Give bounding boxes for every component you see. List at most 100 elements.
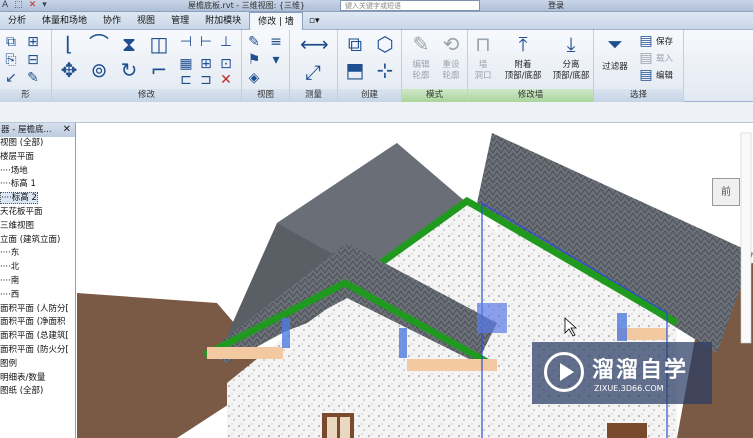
tree-item[interactable]: ····标高 1 (0, 178, 75, 192)
tree-item[interactable]: ····东 (0, 247, 75, 261)
quick-access-toolbar[interactable]: A ⬚ ✕ ▾ (2, 0, 47, 10)
tree-item[interactable]: ····北 (0, 261, 75, 275)
window-glass-2 (399, 328, 407, 358)
join-icon[interactable]: ⊞ (25, 34, 41, 50)
view-dropdown-icon[interactable]: ▾ (268, 52, 284, 68)
panel-label: 创建 (338, 89, 401, 102)
array-icon[interactable]: ▦ (178, 56, 194, 72)
reset-profile-button[interactable]: 重设 轮廓 (436, 60, 466, 82)
save-selection-icon[interactable]: ▤ (638, 33, 654, 49)
tree-item[interactable]: 图纸 (全部) (0, 385, 75, 399)
panel-mode: ✎ 编辑 轮廓 ⟲ 重设 轮廓 模式 (402, 30, 468, 102)
detach-button[interactable]: 分离 顶部/底部 (546, 60, 596, 82)
title-bar: A ⬚ ✕ ▾ 屋檐底板.rvt - 三维视图: {三维} 键入关键字或短语 登… (0, 0, 753, 12)
qat-dropdown-icon[interactable]: ▾ (42, 0, 47, 10)
attach-button[interactable]: 附着 顶部/底部 (498, 60, 548, 82)
trim-extend-icon[interactable]: ⊏ (178, 72, 194, 88)
match-type-icon[interactable]: ↙ (3, 70, 19, 86)
rotate-icon[interactable]: ↻ (116, 58, 142, 82)
project-browser-header: 器 - 屋檐底... ✕ (0, 123, 75, 137)
search-input[interactable]: 键入关键字或短语 (340, 0, 480, 11)
copy-element-icon[interactable]: ⊚ (86, 58, 112, 82)
edit-selection-button[interactable]: 编辑 (656, 69, 673, 81)
paint-icon[interactable]: ✎ (25, 70, 41, 86)
tree-item[interactable]: 楼层平面 (0, 151, 75, 165)
hide-element-icon[interactable]: ⚑ (246, 52, 262, 68)
filter-icon[interactable]: ⏷ (602, 32, 628, 56)
copy-icon[interactable]: ⧉ (3, 34, 19, 50)
cut-icon[interactable]: ⎘ (3, 52, 19, 68)
attach-icon[interactable]: ⤒ (510, 32, 536, 56)
mirror-draw-icon[interactable]: ◫ (146, 32, 172, 56)
extend-icon[interactable]: ⊐ (198, 72, 214, 88)
tab-analyze[interactable]: 分析 (0, 12, 34, 30)
create-assembly-icon[interactable]: ⬡ (372, 32, 398, 56)
trim-icon[interactable]: ⌐ (146, 58, 172, 82)
move-icon[interactable]: ✥ (56, 58, 82, 82)
tree-item[interactable]: 面积平面 (防火分[ (0, 344, 75, 358)
tab-modify-wall[interactable]: 修改 | 墙 (249, 12, 303, 30)
close-icon[interactable]: ✕ (63, 123, 71, 137)
paste-icon[interactable]: ⊟ (25, 52, 41, 68)
wall-opening-button[interactable]: 墙 洞口 (470, 60, 496, 82)
measure-qat-icon[interactable]: ⬚ (14, 0, 23, 10)
load-selection-icon[interactable]: ▤ (638, 50, 654, 66)
edit-profile-button[interactable]: 编辑 轮廓 (406, 60, 436, 82)
close-hidden-icon[interactable]: ✕ (29, 0, 37, 10)
tab-addins[interactable]: 附加模块 (197, 12, 249, 30)
override-graphics-icon[interactable]: ✎ (246, 34, 262, 50)
panel-label: 修改 (52, 89, 241, 102)
split-gap-icon[interactable]: ⊢ (198, 34, 214, 50)
ribbon-minimize-toggle[interactable]: ▫▾ (303, 12, 326, 30)
tree-item[interactable]: 三维视图 (0, 220, 75, 234)
login-button[interactable]: 登录 (548, 0, 564, 11)
watermark-brand: 溜溜自学 (592, 358, 689, 383)
align-icon[interactable]: ⌊ (56, 32, 82, 56)
split-icon[interactable]: ⊣ (178, 34, 194, 50)
create-parts-icon[interactable]: ⬒ (342, 58, 368, 82)
tree-item[interactable]: 视图 (全部) (0, 137, 75, 151)
tab-massing-site[interactable]: 体量和场地 (34, 12, 95, 30)
tree-item[interactable]: 图例 (0, 358, 75, 372)
save-selection-button[interactable]: 保存 (656, 35, 673, 47)
tree-item-label: 三维视图 (0, 220, 35, 231)
scale-icon[interactable]: ⊞ (198, 56, 214, 72)
measure-icon[interactable]: ⟷ (300, 32, 329, 56)
tree-item[interactable]: 面积平面 (总建筑[ (0, 330, 75, 344)
tree-item[interactable]: 明细表/数量 (0, 372, 75, 386)
edit-selection-icon[interactable]: ▤ (638, 67, 654, 83)
tab-manage[interactable]: 管理 (163, 12, 197, 30)
temporary-hide-icon[interactable]: ◈ (246, 70, 262, 86)
delete-icon[interactable]: ✕ (218, 72, 234, 88)
mirror-axis-icon[interactable]: ⧗ (116, 32, 142, 56)
dimension-icon[interactable]: ⤢ (300, 60, 326, 84)
tree-item[interactable]: 面积平面 (人防分[ (0, 303, 75, 317)
tree-item[interactable]: 面积平面 (净面积 (0, 316, 75, 330)
reset-profile-icon[interactable]: ⟲ (438, 32, 464, 56)
load-selection-button[interactable]: 载入 (656, 52, 673, 64)
viewcube[interactable]: 前 (712, 178, 740, 206)
linework-icon[interactable]: ≡ (268, 34, 284, 50)
edit-profile-icon[interactable]: ✎ (408, 32, 434, 56)
tree-item[interactable]: 天花板平面 (0, 206, 75, 220)
tree-item-label: 视图 (全部) (0, 138, 44, 148)
tab-view[interactable]: 视图 (129, 12, 163, 30)
filter-button[interactable]: 过滤器 (596, 62, 634, 73)
tree-item[interactable]: 立面 (建筑立面) (0, 234, 75, 248)
wall-opening-icon[interactable]: ⊓ (470, 32, 496, 56)
create-similar-icon[interactable]: ⊹ (372, 58, 398, 82)
text-tool-icon[interactable]: A (2, 0, 8, 10)
create-group-icon[interactable]: ⧉ (342, 32, 368, 56)
navigation-bar[interactable] (740, 132, 752, 344)
pin-icon[interactable]: ⊥ (218, 34, 234, 50)
tab-collaborate[interactable]: 协作 (95, 12, 129, 30)
detach-icon[interactable]: ⤓ (558, 32, 584, 56)
panel-modify-wall: ⊓ 墙 洞口 ⤒ 附着 顶部/底部 ⤓ 分离 顶部/底部 修改墙 (468, 30, 594, 102)
tree-item[interactable]: ····标高 2 (0, 192, 75, 206)
tree-item[interactable]: ····南 (0, 275, 75, 289)
tree-item[interactable]: ····场地 (0, 165, 75, 179)
panel-label: 修改墙 (468, 89, 593, 102)
unpin-icon[interactable]: ⊡ (218, 56, 234, 72)
offset-icon[interactable]: ⌒ (86, 32, 112, 56)
tree-item[interactable]: ····西 (0, 289, 75, 303)
